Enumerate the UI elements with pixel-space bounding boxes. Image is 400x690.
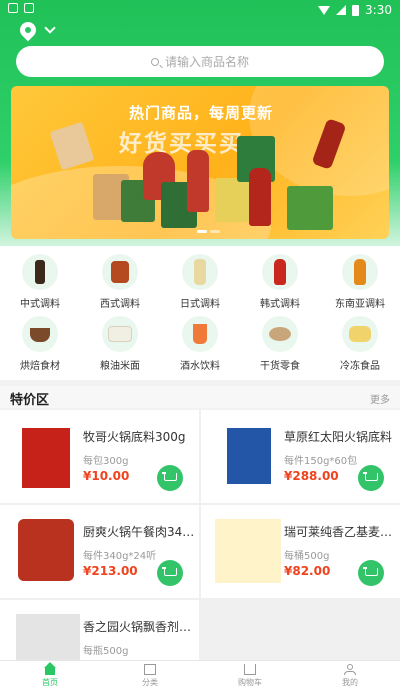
category-label: 日式调料 <box>180 299 220 310</box>
user-icon <box>344 664 356 675</box>
product-card[interactable]: 瑞可莱纯香乙基麦芽酚 每桶500g ¥82.00 <box>201 505 400 598</box>
product-image <box>287 186 333 230</box>
category-item[interactable]: 韩式调料 <box>240 254 320 310</box>
tab-label: 购物车 <box>238 678 262 687</box>
tab-profile[interactable]: 我的 <box>300 664 400 688</box>
product-card[interactable]: 牧哥火锅底料300g 每包300g ¥10.00 <box>0 410 199 503</box>
product-name: 香之园火锅飘香剂500g <box>83 620 195 634</box>
oil-bottle-icon <box>342 254 378 290</box>
category-item[interactable]: 西式调料 <box>80 254 160 310</box>
product-image <box>215 178 249 222</box>
product-spec: 每件340g*24听 <box>83 551 157 562</box>
product-name: 草原红太阳火锅底料 <box>284 430 393 444</box>
category-label: 冷冻食品 <box>340 361 380 372</box>
category-item[interactable]: 冷冻食品 <box>320 316 400 372</box>
search-input[interactable]: 请输入商品名称 <box>16 46 384 77</box>
category-item[interactable]: 粮油米面 <box>80 316 160 372</box>
product-name: 厨爽火锅午餐肉340g <box>83 525 195 539</box>
product-price: ¥10.00 <box>83 469 130 483</box>
product-card[interactable]: 厨爽火锅午餐肉340g 每件340g*24听 ¥213.00 <box>0 505 199 598</box>
category-label: 酒水饮料 <box>180 361 220 372</box>
product-name: 牧哥火锅底料300g <box>83 430 186 444</box>
category-item[interactable]: 东南亚调料 <box>320 254 400 310</box>
product-name: 瑞可莱纯香乙基麦芽酚 <box>284 525 396 539</box>
wifi-icon <box>318 5 331 15</box>
rice-bowl-icon <box>102 316 138 352</box>
tab-home[interactable]: 首页 <box>0 662 100 688</box>
category-item[interactable]: 干货零食 <box>240 316 320 372</box>
bottom-tab-bar: 首页 分类 购物车 我的 <box>0 660 400 690</box>
sim-icon <box>24 3 34 13</box>
search-placeholder: 请输入商品名称 <box>164 55 249 69</box>
product-image <box>215 519 281 583</box>
japanese-bottle-icon <box>182 254 218 290</box>
promo-banner[interactable]: 热门商品，每周更新 好货买买买 <box>11 86 389 239</box>
category-item[interactable]: 酒水饮料 <box>160 316 240 372</box>
coffee-cup-icon <box>22 316 58 352</box>
juice-glass-icon <box>182 316 218 352</box>
product-spec: 每件150g*60包 <box>284 456 358 467</box>
signal-icon <box>336 5 347 15</box>
search-icon <box>150 57 159 66</box>
tab-category[interactable]: 分类 <box>100 664 200 688</box>
category-label: 烘焙食材 <box>20 361 60 372</box>
product-price: ¥213.00 <box>83 564 138 578</box>
product-image <box>49 121 95 171</box>
category-item[interactable]: 中式调料 <box>0 254 80 310</box>
grid-icon <box>144 664 156 675</box>
product-list: 牧哥火锅底料300g 每包300g ¥10.00 草原红太阳火锅底料 每件150… <box>0 410 400 690</box>
nuts-icon <box>262 316 298 352</box>
add-to-cart-button[interactable] <box>157 560 183 586</box>
product-card[interactable]: 草原红太阳火锅底料 每件150g*60包 ¥288.00 <box>201 410 400 503</box>
banner-slogan: 好货买买买 <box>119 131 244 157</box>
product-image <box>18 519 74 581</box>
more-link[interactable]: 更多 <box>370 391 390 406</box>
status-time: 3:30 <box>365 3 392 17</box>
category-label: 韩式调料 <box>260 299 300 310</box>
tab-cart[interactable]: 购物车 <box>200 664 300 688</box>
home-icon <box>44 662 56 675</box>
add-to-cart-button[interactable] <box>157 465 183 491</box>
cart-icon <box>244 664 256 675</box>
frozen-food-icon <box>342 316 378 352</box>
product-image <box>22 428 70 488</box>
soy-sauce-bottle-icon <box>22 254 58 290</box>
product-price: ¥82.00 <box>284 564 331 578</box>
jam-jar-icon <box>102 254 138 290</box>
category-item[interactable]: 日式调料 <box>160 254 240 310</box>
product-image <box>187 150 209 212</box>
location-selector[interactable] <box>16 18 56 42</box>
tab-label: 首页 <box>42 678 58 687</box>
category-label: 东南亚调料 <box>335 299 385 310</box>
category-label: 干货零食 <box>260 361 300 372</box>
status-bar: 3:30 <box>0 0 400 20</box>
product-image <box>227 428 271 484</box>
category-label: 中式调料 <box>20 299 60 310</box>
location-pin-icon <box>16 18 40 42</box>
category-label: 粮油米面 <box>100 361 140 372</box>
special-section-header: 特价区 更多 <box>0 386 400 408</box>
section-title: 特价区 <box>10 393 50 408</box>
category-grid: 中式调料 西式调料 日式调料 韩式调料 东南亚调料 烘焙食材 粮油米面 酒水饮料… <box>0 246 400 380</box>
product-price: ¥288.00 <box>284 469 339 483</box>
tab-label: 我的 <box>342 678 358 687</box>
chevron-down-icon <box>44 22 56 34</box>
tab-label: 分类 <box>142 678 158 687</box>
notification-icon <box>8 3 18 13</box>
product-image <box>249 168 271 226</box>
product-spec: 每瓶500g <box>83 646 129 657</box>
carousel-indicator <box>197 230 220 233</box>
banner-headline: 热门商品，每周更新 <box>129 104 274 122</box>
battery-icon <box>352 4 360 16</box>
product-image <box>16 614 80 664</box>
add-to-cart-button[interactable] <box>358 560 384 586</box>
product-spec: 每包300g <box>83 456 129 467</box>
red-sauce-bottle-icon <box>262 254 298 290</box>
add-to-cart-button[interactable] <box>358 465 384 491</box>
product-spec: 每桶500g <box>284 551 330 562</box>
category-item[interactable]: 烘焙食材 <box>0 316 80 372</box>
category-label: 西式调料 <box>100 299 140 310</box>
